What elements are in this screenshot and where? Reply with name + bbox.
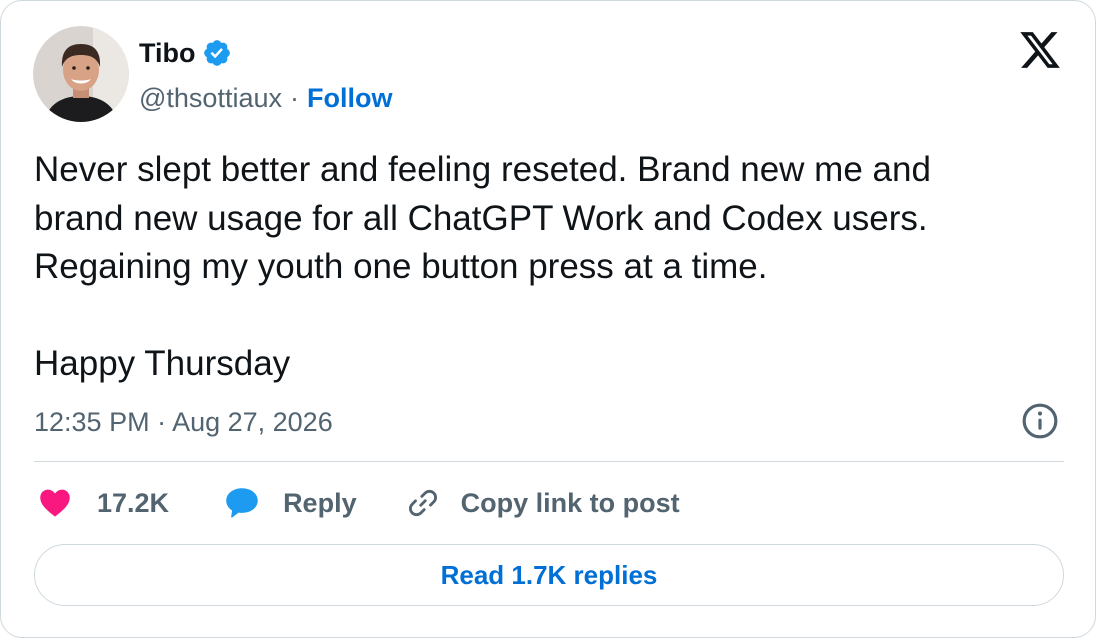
tweet-line: brand new usage for all ChatGPT Work and… — [34, 198, 928, 238]
tweet-line: Happy Thursday — [34, 344, 291, 383]
tweet-line: Never slept better and feeling reseted. … — [34, 150, 931, 189]
author-name[interactable]: Tibo — [139, 38, 196, 69]
tweet-text: Never slept better and feeling reseted. … — [34, 146, 1064, 389]
speech-bubble-icon — [226, 488, 258, 518]
like-button[interactable]: 17.2K — [37, 486, 169, 520]
info-icon[interactable] — [1021, 402, 1059, 440]
reply-label: Reply — [283, 487, 357, 518]
action-bar: 17.2K Reply Copy link to post — [37, 482, 680, 524]
copy-link-label: Copy link to post — [460, 487, 680, 518]
divider — [34, 461, 1064, 462]
tweet-timestamp[interactable]: 12:35 PM · Aug 27, 2026 — [34, 407, 333, 438]
like-count: 17.2K — [97, 487, 170, 518]
tweet-blank-line — [34, 292, 1064, 341]
link-icon — [408, 489, 437, 517]
tweet-card: Tibo @thsottiaux · Follow Never slept be… — [0, 0, 1096, 638]
follow-button[interactable]: Follow — [307, 83, 392, 114]
read-replies-button[interactable]: Read 1.7K replies — [34, 544, 1064, 606]
tweet-line: Regaining my youth one button press at a… — [34, 247, 768, 286]
author-name-row: Tibo — [139, 33, 232, 73]
x-logo-icon[interactable] — [1017, 28, 1063, 72]
author-handle-row: @thsottiaux · Follow — [139, 79, 392, 117]
tweet-timestamp-row: 12:35 PM · Aug 27, 2026 — [34, 402, 333, 442]
profile-photo-icon — [33, 26, 129, 122]
reply-button[interactable]: Reply — [223, 485, 357, 521]
verified-badge-icon — [203, 40, 230, 66]
heart-icon — [40, 489, 70, 517]
copy-link-button[interactable]: Copy link to post — [405, 485, 680, 521]
separator-dot: · — [289, 82, 299, 113]
author-avatar[interactable] — [33, 26, 129, 122]
author-handle[interactable]: @thsottiaux — [139, 83, 282, 114]
